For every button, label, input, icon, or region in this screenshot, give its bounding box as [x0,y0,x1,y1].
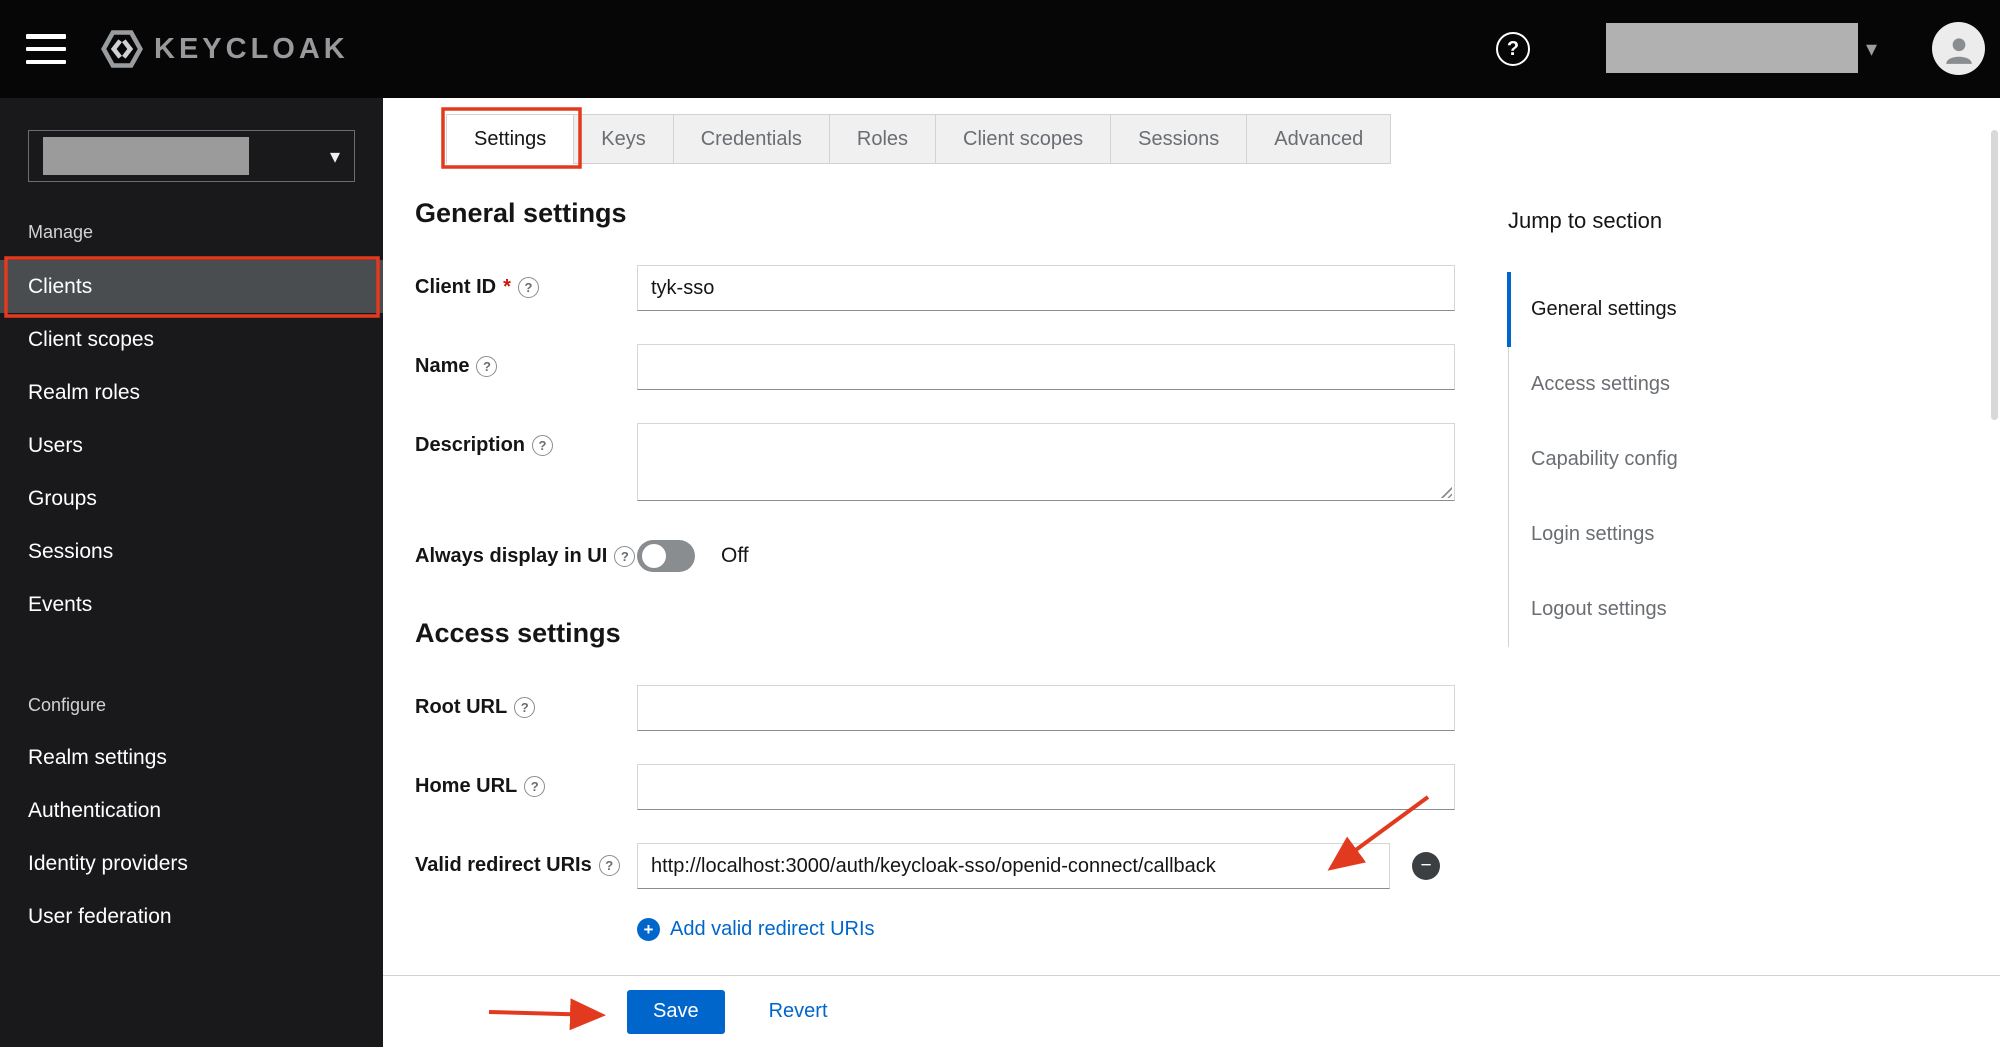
action-bar: Save Revert [383,975,2000,1047]
redirect-uri-row: Valid redirect URIs ? − [415,843,1455,889]
main-content: Settings Keys Credentials Roles Client s… [383,98,2000,1047]
home-url-help-icon[interactable]: ? [524,776,546,797]
tab-client-scopes[interactable]: Client scopes [935,114,1112,164]
sidebar-item-authentication[interactable]: Authentication [0,784,383,837]
tab-credentials[interactable]: Credentials [672,114,830,164]
settings-form: General settings Client ID * ? Name ? De… [415,198,1455,941]
name-row: Name ? [415,344,1455,390]
jump-list: General settings Access settings Capabil… [1506,272,1858,647]
jump-nav: Jump to section General settings Access … [1506,208,1858,647]
remove-redirect-uri-button[interactable]: − [1412,852,1440,880]
sidebar-item-realm-settings[interactable]: Realm settings [0,731,383,784]
redirect-uri-help-icon[interactable]: ? [598,855,620,876]
jump-link-capability-config[interactable]: Capability config [1509,422,1858,497]
redirect-uri-label: Valid redirect URIs ? [415,843,637,877]
sidebar-item-events[interactable]: Events [0,578,383,631]
sidebar-manage-list: Clients Client scopes Realm roles Users … [0,260,383,631]
user-dropdown[interactable] [1606,23,1858,73]
tab-bar: Settings Keys Credentials Roles Client s… [446,114,1392,164]
keycloak-logo: KEYCLOAK [100,27,349,71]
always-display-toggle[interactable] [637,540,695,572]
sidebar: ▾ Manage Clients Client scopes Realm rol… [0,98,383,1047]
always-display-row: Always display in UI ? Off [415,534,1455,578]
name-input[interactable] [637,344,1455,390]
description-textarea-wrap [637,423,1455,501]
client-id-label: Client ID * ? [415,265,637,299]
plus-circle-icon: + [637,918,660,941]
sidebar-item-identity-providers[interactable]: Identity providers [0,837,383,890]
scrollbar[interactable] [1991,130,1998,420]
tab-keys[interactable]: Keys [573,114,674,164]
sidebar-item-clients[interactable]: Clients [0,260,383,313]
chevron-down-icon: ▾ [329,145,340,168]
minus-circle-icon: − [1420,855,1432,876]
tab-settings[interactable]: Settings [446,114,575,164]
always-display-label: Always display in UI ? [415,545,637,568]
chevron-down-icon[interactable]: ▾ [1866,36,1877,62]
sidebar-section-configure: Configure [28,695,107,715]
keycloak-logo-icon [101,30,143,68]
jump-link-login-settings[interactable]: Login settings [1509,497,1858,572]
access-settings-heading: Access settings [415,618,621,648]
jump-link-general-settings[interactable]: General settings [1506,272,1858,347]
sidebar-item-sessions[interactable]: Sessions [0,525,383,578]
name-help-icon[interactable]: ? [476,356,498,377]
description-label: Description ? [415,423,637,457]
always-display-help-icon[interactable]: ? [614,545,636,567]
root-url-input[interactable] [637,685,1455,731]
sidebar-item-user-federation[interactable]: User federation [0,890,383,943]
add-redirect-uri-label: Add valid redirect URIs [670,918,875,940]
description-help-icon[interactable]: ? [532,435,554,456]
jump-title: Jump to section [1508,208,1663,233]
sidebar-item-client-scopes[interactable]: Client scopes [0,313,383,366]
add-redirect-uri-button[interactable]: + Add valid redirect URIs [637,918,1455,941]
name-label: Name ? [415,344,637,378]
user-icon [1945,37,1972,64]
client-id-help-icon[interactable]: ? [517,277,539,298]
tab-advanced[interactable]: Advanced [1246,114,1392,164]
realm-selector[interactable]: ▾ [28,130,355,182]
home-url-row: Home URL ? [415,764,1455,810]
required-asterisk: * [503,276,511,298]
root-url-help-icon[interactable]: ? [514,697,536,718]
sidebar-section-manage: Manage [28,222,94,242]
home-url-label: Home URL ? [415,764,637,798]
redirect-uri-input[interactable] [637,843,1390,889]
sidebar-item-users[interactable]: Users [0,419,383,472]
revert-button[interactable]: Revert [769,1000,828,1023]
jump-link-logout-settings[interactable]: Logout settings [1509,572,1858,647]
root-url-row: Root URL ? [415,685,1455,731]
general-settings-heading: General settings [415,198,627,228]
tab-roles[interactable]: Roles [828,114,937,164]
sidebar-item-groups[interactable]: Groups [0,472,383,525]
toggle-state-label: Off [721,544,749,567]
toggle-knob [642,544,666,568]
description-row: Description ? [415,423,1455,501]
sidebar-item-realm-roles[interactable]: Realm roles [0,366,383,419]
top-header: KEYCLOAK ? ▾ [0,0,2000,98]
help-icon[interactable]: ? [1496,32,1530,66]
root-url-label: Root URL ? [415,685,637,719]
description-textarea[interactable] [637,423,1455,501]
home-url-input[interactable] [637,764,1455,810]
realm-name-redacted [43,137,249,175]
tab-sessions[interactable]: Sessions [1110,114,1248,164]
brand-name: KEYCLOAK [154,32,349,65]
avatar[interactable] [1932,22,1985,75]
client-id-input[interactable] [637,265,1455,311]
hamburger-menu-icon[interactable] [26,34,66,64]
sidebar-configure-list: Realm settings Authentication Identity p… [0,731,383,943]
jump-link-access-settings[interactable]: Access settings [1509,347,1858,422]
save-button[interactable]: Save [627,989,725,1034]
client-id-row: Client ID * ? [415,265,1455,311]
